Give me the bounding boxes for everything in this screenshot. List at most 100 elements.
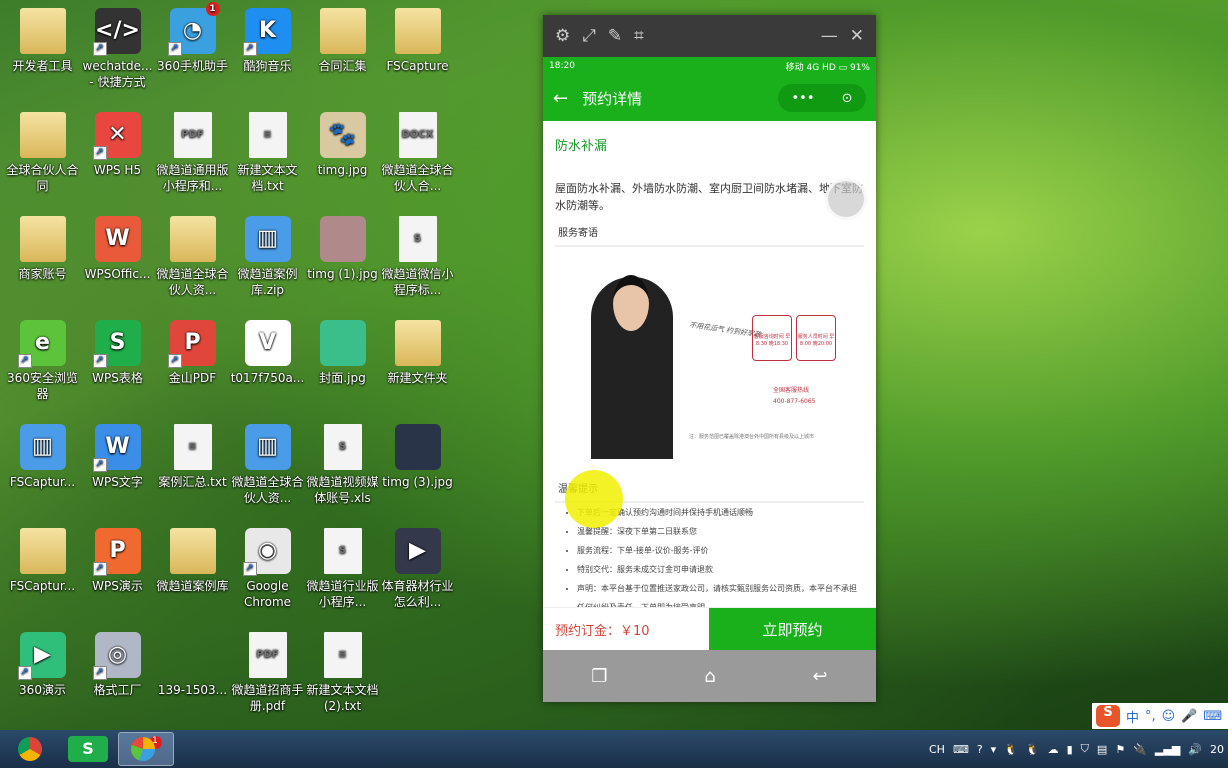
close-icon[interactable]: ✕ bbox=[850, 26, 864, 46]
usb-icon[interactable]: ▮ bbox=[1067, 743, 1073, 756]
desktop-icon-label: FSCapture bbox=[386, 59, 449, 73]
record-icon[interactable]: ▤ bbox=[1097, 743, 1107, 756]
desktop-icon[interactable]: ≡ 案例汇总.txt bbox=[155, 424, 230, 490]
desktop-icon[interactable]: ◉ ↗ Google Chrome bbox=[230, 528, 305, 610]
desktop-icon-label: 新建文本文档 (2).txt bbox=[306, 683, 379, 713]
shortcut-arrow-icon: ↗ bbox=[92, 354, 107, 368]
desktop-icon-label: 封面.jpg bbox=[319, 371, 366, 385]
desktop-icon[interactable]: 全球合伙人合同 bbox=[5, 112, 80, 194]
sogou-logo-icon[interactable]: S bbox=[1096, 705, 1120, 727]
keyboard-icon[interactable]: ⌨ bbox=[1203, 709, 1222, 724]
desktop-icon[interactable]: Vt017f750a... bbox=[230, 320, 305, 386]
desktop-icon[interactable]: DOCX 微趋道全球合伙人合... bbox=[380, 112, 455, 194]
desktop-icon-label: 微趋道视频媒体账号.xls bbox=[306, 475, 379, 505]
desktop-icon[interactable]: </> ↗ wechatde... - 快捷方式 bbox=[80, 8, 155, 90]
language-indicator[interactable]: CH bbox=[929, 743, 945, 756]
desktop-icon[interactable]: 139-1503... bbox=[155, 632, 230, 698]
cursor-highlight-icon bbox=[565, 470, 623, 528]
desktop-icon[interactable]: PDF 微趋道招商手册.pdf bbox=[230, 632, 305, 714]
desktop-icon[interactable]: PDF 微趋道通用版小程序和... bbox=[155, 112, 230, 194]
keyboard-icon[interactable]: ⌨ bbox=[953, 743, 969, 756]
power-icon[interactable]: 🔌 bbox=[1133, 743, 1147, 756]
cloud-icon[interactable]: ☁ bbox=[1048, 743, 1059, 756]
book-now-button[interactable]: 立即预约 bbox=[709, 608, 876, 650]
desktop-icon[interactable]: S ↗ WPS表格 bbox=[80, 320, 155, 386]
desktop-icon[interactable]: ▥ 微趋道案例库.zip bbox=[230, 216, 305, 298]
taskbar-chrome[interactable] bbox=[2, 732, 58, 766]
crop-icon[interactable]: ⌗ bbox=[634, 26, 644, 46]
recent-apps-icon[interactable]: ❐ bbox=[591, 666, 607, 687]
desktop-icon[interactable]: S 微趋道行业版小程序... bbox=[305, 528, 380, 610]
desktop-icon[interactable]: P ↗ WPS演示 bbox=[80, 528, 155, 594]
app-icon: W ↗ bbox=[92, 424, 141, 472]
desktop-icon-label: timg.jpg bbox=[317, 163, 368, 177]
desktop-icon[interactable]: ≡ 新建文本文档.txt bbox=[230, 112, 305, 194]
shield-icon[interactable]: ⛉ bbox=[1081, 742, 1089, 756]
volume-icon[interactable]: 🔊 bbox=[1188, 743, 1202, 756]
desktop-icon[interactable]: 新建文件夹 bbox=[380, 320, 455, 386]
minimize-icon[interactable]: — bbox=[821, 26, 838, 46]
qq-icon[interactable]: 🐧 bbox=[1026, 743, 1040, 756]
desktop-icon[interactable]: ◎ ↗ 格式工厂 bbox=[80, 632, 155, 698]
taskbar-360-assistant[interactable]: 1 bbox=[118, 732, 174, 766]
desktop-icon[interactable]: e ↗ 360安全浏览器 bbox=[5, 320, 80, 402]
close-target-icon[interactable]: ⊙ bbox=[842, 91, 853, 106]
mic-icon[interactable]: 🎤 bbox=[1181, 709, 1197, 724]
back-arrow-icon[interactable]: ← bbox=[553, 88, 568, 109]
desktop-icon[interactable]: W WPSOffic... bbox=[80, 216, 155, 282]
help-icon[interactable]: ? bbox=[977, 743, 983, 756]
ime-punct[interactable]: °, bbox=[1145, 709, 1156, 724]
desktop-icon-label: 微趋道通用版小程序和... bbox=[156, 163, 229, 193]
tip-item: 声明：本平台基于位置推送家政公司，请核实甄别服务公司资质，本平台不承担任何纠纷及… bbox=[577, 579, 864, 607]
desktop-icon-label: 微趋道行业版小程序... bbox=[306, 579, 379, 609]
desktop-icon[interactable]: ▶ ↗ 360演示 bbox=[5, 632, 80, 698]
desktop-icon[interactable]: 封面.jpg bbox=[305, 320, 380, 386]
doc-icon: S bbox=[323, 528, 362, 574]
emoji-icon[interactable]: ☺ bbox=[1162, 709, 1176, 724]
more-icon[interactable]: ••• bbox=[792, 91, 815, 106]
fullscreen-icon[interactable]: ⤢ bbox=[582, 26, 596, 46]
app-icon: e ↗ bbox=[17, 320, 66, 368]
desktop-icon[interactable]: FSCaptur... bbox=[5, 528, 80, 594]
desktop-icon[interactable]: S 微趋道视频媒体账号.xls bbox=[305, 424, 380, 506]
desktop-icon[interactable]: 微趋道全球合伙人资... bbox=[155, 216, 230, 298]
desktop-icon[interactable]: timg (1).jpg bbox=[305, 216, 380, 282]
show-hidden-icon[interactable]: ▾ bbox=[991, 743, 997, 756]
desktop-icon[interactable]: ≡ 新建文本文档 (2).txt bbox=[305, 632, 380, 714]
desktop-icon[interactable]: 商家账号 bbox=[5, 216, 80, 282]
shortcut-arrow-icon: ↗ bbox=[167, 42, 182, 56]
qq-icon[interactable]: 🐧 bbox=[1004, 743, 1018, 756]
network-icon[interactable]: ▂▄▆ bbox=[1155, 743, 1180, 756]
folder-icon bbox=[394, 8, 441, 54]
desktop-icon[interactable]: ▥ FSCaptur... bbox=[5, 424, 80, 490]
home-icon[interactable]: ⌂ bbox=[704, 666, 715, 687]
desktop-icon[interactable]: 合同汇集 bbox=[305, 8, 380, 74]
desktop-icon[interactable]: ◔ ↗ 1 360手机助手 bbox=[155, 2, 230, 74]
shortcut-arrow-icon: ↗ bbox=[242, 42, 257, 56]
app-icon bbox=[394, 424, 441, 470]
app-icon: ▶ bbox=[394, 528, 441, 574]
desktop-icon[interactable]: 开发者工具 bbox=[5, 8, 80, 74]
desktop-icon-label: 微趋道案例库 bbox=[156, 579, 229, 593]
desktop-icon[interactable]: ▥ 微趋道全球合伙人资... bbox=[230, 424, 305, 506]
gear-icon[interactable]: ⚙ bbox=[555, 26, 570, 46]
desktop-icon[interactable]: S 微趋道微信小程序标... bbox=[380, 216, 455, 298]
desktop-icon[interactable]: ▶ 体育器材行业怎么利... bbox=[380, 528, 455, 610]
app-icon: ▥ bbox=[244, 216, 291, 262]
desktop-icon[interactable]: P ↗ 金山PDF bbox=[155, 320, 230, 386]
action-center-flag-icon[interactable]: ⚑ bbox=[1115, 743, 1125, 756]
desktop-icon[interactable]: 微趋道案例库 bbox=[155, 528, 230, 594]
desktop-icon[interactable]: 🐾 timg.jpg bbox=[305, 112, 380, 178]
ime-mode[interactable]: 中 bbox=[1126, 707, 1139, 726]
desktop-icon-label: 全球合伙人合同 bbox=[6, 163, 79, 193]
clock[interactable]: 20 bbox=[1210, 743, 1224, 756]
desktop-icon[interactable]: W ↗ WPS文字 bbox=[80, 424, 155, 490]
taskbar-wps-sheet[interactable]: S bbox=[60, 732, 116, 766]
pen-icon[interactable]: ✎ bbox=[608, 26, 622, 46]
desktop-icon[interactable]: ✕ ↗ WPS H5 bbox=[80, 112, 155, 178]
desktop-icon[interactable]: FSCapture bbox=[380, 8, 455, 74]
desktop-icon[interactable]: K ↗ 酷狗音乐 bbox=[230, 8, 305, 74]
back-icon[interactable]: ↩ bbox=[812, 666, 827, 687]
desktop-icon[interactable]: timg (3).jpg bbox=[380, 424, 455, 490]
desktop-icon-label: 微趋道全球合伙人资... bbox=[231, 475, 304, 505]
